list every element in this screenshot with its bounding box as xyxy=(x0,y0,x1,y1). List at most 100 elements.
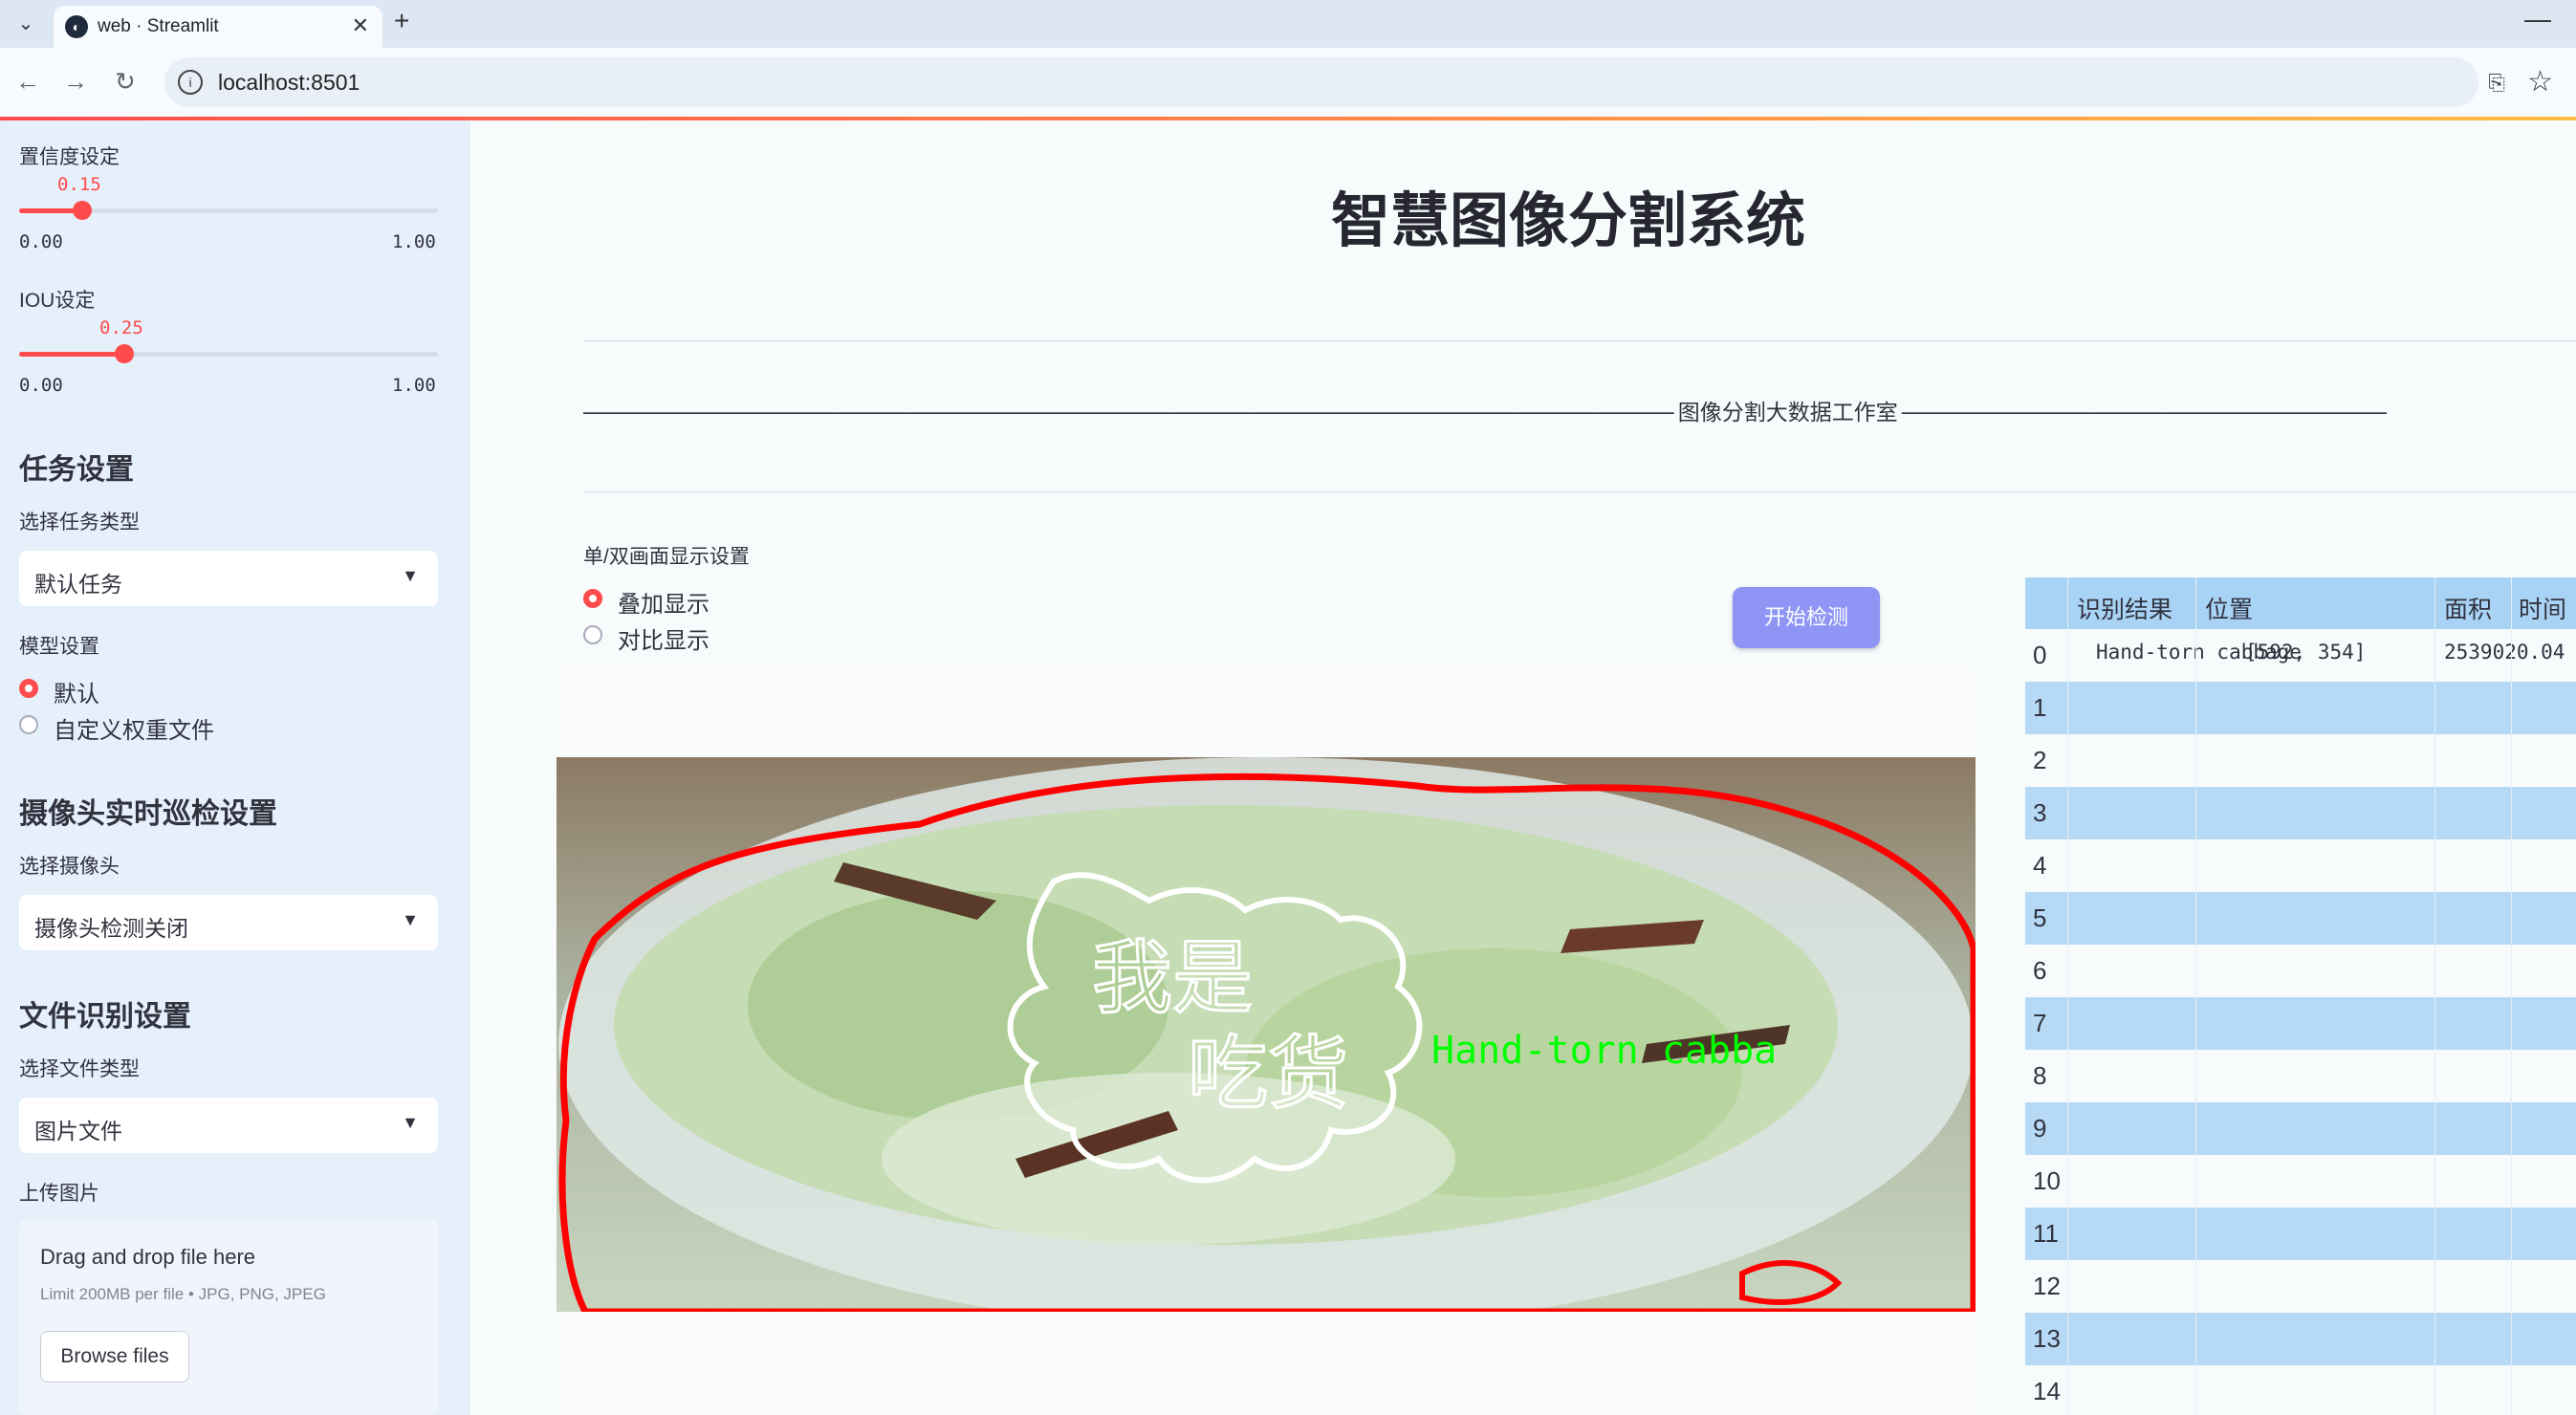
row-index: 5 xyxy=(2033,903,2047,932)
iou-slider[interactable] xyxy=(19,344,438,363)
cell-area: 2539020.04 xyxy=(2444,641,2565,664)
table-row[interactable]: 2 xyxy=(2025,734,2576,787)
camera-select[interactable]: 摄像头检测关闭 ▼ xyxy=(19,895,438,950)
table-row[interactable]: 14 xyxy=(2025,1365,2576,1415)
row-index: 3 xyxy=(2033,798,2047,827)
chevron-down-icon: ▼ xyxy=(402,566,419,585)
window-minimize-icon[interactable]: — xyxy=(2524,4,2551,34)
column-divider xyxy=(2067,577,2068,1415)
watermark-text-line2: 吃货 xyxy=(1188,1027,1348,1121)
column-header-area[interactable]: 面积 xyxy=(2444,591,2492,625)
url-field[interactable]: i localhost:8501 xyxy=(164,57,2478,107)
confidence-slider[interactable] xyxy=(19,201,438,220)
iou-slider-thumb[interactable] xyxy=(114,344,134,363)
confidence-value: 0.15 xyxy=(57,174,101,195)
table-row[interactable]: 6 xyxy=(2025,945,2576,997)
banner-dashes-right: ────────────────────────────────────────… xyxy=(1901,400,2387,424)
confidence-min: 0.00 xyxy=(19,231,63,252)
task-type-select[interactable]: 默认任务 ▼ xyxy=(19,551,438,606)
reload-icon[interactable]: ↻ xyxy=(115,67,136,97)
iou-slider-fill xyxy=(19,352,124,357)
model-option-label: 自定义权重文件 xyxy=(54,718,214,744)
column-header-time[interactable]: 时间 xyxy=(2519,591,2566,625)
file-uploader-dropzone[interactable]: Drag and drop file here Limit 200MB per … xyxy=(19,1220,438,1415)
file-type-label: 选择文件类型 xyxy=(19,1058,140,1080)
confidence-max: 1.00 xyxy=(392,231,436,252)
start-detection-button[interactable]: 开始检测 xyxy=(1733,587,1880,648)
segmentation-mask-outline-fragment xyxy=(1739,1260,1843,1305)
radio-unselected-icon xyxy=(19,715,38,734)
streamlit-favicon-icon: ◐ xyxy=(65,15,88,38)
table-row[interactable]: 4 xyxy=(2025,839,2576,892)
task-type-label: 选择任务类型 xyxy=(19,512,140,533)
results-table[interactable]: 识别结果 位置 面积 时间 0 Hand-torn cabbage [592, 35… xyxy=(2025,577,2576,1415)
task-type-value: 默认任务 xyxy=(34,572,122,597)
column-header-result[interactable]: 识别结果 xyxy=(2077,591,2172,625)
row-index: 14 xyxy=(2033,1377,2061,1405)
drop-text: Drag and drop file here xyxy=(40,1245,256,1269)
iou-min: 0.00 xyxy=(19,375,63,396)
column-divider xyxy=(2195,577,2196,1415)
table-row[interactable]: 8 xyxy=(2025,1050,2576,1102)
divider xyxy=(583,340,2576,341)
row-index: 2 xyxy=(2033,746,2047,774)
chevron-down-icon: ▼ xyxy=(402,910,419,929)
main-content: 智慧图像分割系统 ───────────────────────────────… xyxy=(470,120,2576,1415)
browse-files-button[interactable]: Browse files xyxy=(40,1331,189,1382)
column-header-position[interactable]: 位置 xyxy=(2205,591,2253,625)
chevron-down-icon: ▼ xyxy=(402,1113,419,1132)
limit-text: Limit 200MB per file • JPG, PNG, JPEG xyxy=(40,1285,326,1303)
table-row[interactable]: 1 xyxy=(2025,682,2576,734)
camera-label: 选择摄像头 xyxy=(19,856,120,878)
row-index: 11 xyxy=(2033,1219,2059,1248)
table-row[interactable]: 13 xyxy=(2025,1313,2576,1365)
column-divider xyxy=(2511,577,2512,1415)
iou-label: IOU设定 xyxy=(19,290,96,312)
row-index: 8 xyxy=(2033,1061,2047,1090)
browser-tab[interactable]: ◐ web · Streamlit ✕ xyxy=(54,6,382,48)
row-index: 7 xyxy=(2033,1009,2047,1037)
iou-max: 1.00 xyxy=(392,375,436,396)
table-row[interactable]: 7 xyxy=(2025,997,2576,1050)
table-row[interactable]: 9 xyxy=(2025,1102,2576,1155)
confidence-label: 置信度设定 xyxy=(19,146,120,168)
table-row[interactable]: 0 Hand-torn cabbage [592, 354] 2539020.04 xyxy=(2025,629,2576,682)
detection-label-text: Hand-torn cabba xyxy=(1431,1029,1777,1073)
bookmark-star-icon[interactable]: ☆ xyxy=(2527,65,2553,98)
divider xyxy=(583,491,2576,492)
task-section-title: 任务设置 xyxy=(19,454,134,486)
translate-icon[interactable]: ⎘ xyxy=(2488,71,2505,96)
display-mode-label: 单/双画面显示设置 xyxy=(583,546,750,568)
cabbage-leaf xyxy=(882,1073,1455,1245)
column-divider xyxy=(2434,577,2435,1415)
table-row[interactable]: 12 xyxy=(2025,1260,2576,1313)
result-image-container: 我是 吃货 Hand-torn cabba xyxy=(557,665,1976,1415)
forward-arrow-icon[interactable]: → xyxy=(63,67,88,97)
table-row[interactable]: 11 xyxy=(2025,1208,2576,1260)
tab-title: web · Streamlit xyxy=(98,16,219,36)
file-section-title: 文件识别设置 xyxy=(19,1001,191,1033)
segmentation-overlay: 我是 吃货 Hand-torn cabba xyxy=(558,757,1976,1312)
page-title: 智慧图像分割系统 xyxy=(1331,188,1806,254)
address-bar-row: ← → ↻ i localhost:8501 ⎘ ☆ xyxy=(0,48,2576,117)
radio-selected-icon xyxy=(19,679,38,698)
iou-value: 0.25 xyxy=(99,317,143,338)
radio-unselected-icon xyxy=(583,625,602,644)
row-index: 0 xyxy=(2033,641,2047,669)
table-row[interactable]: 3 xyxy=(2025,787,2576,839)
new-tab-plus-icon[interactable]: + xyxy=(394,6,409,36)
back-arrow-icon[interactable]: ← xyxy=(15,67,40,97)
camera-value: 摄像头检测关闭 xyxy=(34,916,188,941)
display-option-label: 对比显示 xyxy=(618,628,709,654)
tab-close-icon[interactable]: ✕ xyxy=(352,13,369,38)
radio-selected-icon xyxy=(583,589,602,608)
segmented-food-image: 我是 吃货 Hand-torn cabba xyxy=(557,757,1976,1312)
confidence-slider-thumb[interactable] xyxy=(72,201,92,220)
tab-search-chevron-icon[interactable]: ⌄ xyxy=(10,8,42,40)
site-info-icon[interactable]: i xyxy=(178,70,203,95)
table-row[interactable]: 5 xyxy=(2025,892,2576,945)
row-index: 12 xyxy=(2033,1272,2061,1300)
row-index: 1 xyxy=(2033,693,2047,722)
table-row[interactable]: 10 xyxy=(2025,1155,2576,1208)
file-type-select[interactable]: 图片文件 ▼ xyxy=(19,1098,438,1153)
